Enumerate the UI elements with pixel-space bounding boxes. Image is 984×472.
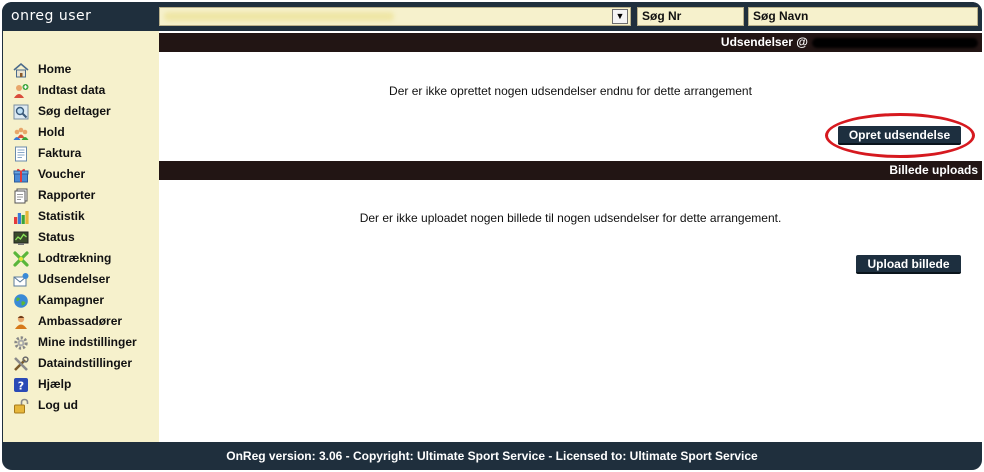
gear-icon	[13, 335, 29, 351]
sidebar-item-kampagner[interactable]: Kampagner	[3, 290, 159, 311]
sidebar-item-lodtraekning[interactable]: Lodtrækning	[3, 248, 159, 269]
sidebar-item-home[interactable]: Home	[3, 59, 159, 80]
search-navn-input[interactable]: Søg Navn	[748, 7, 978, 26]
sidebar-item-label: Lodtrækning	[38, 251, 112, 265]
sidebar-nav: Home Indtast data Søg deltager Hold Fakt…	[3, 59, 159, 416]
sidebar-item-dataindstillinger[interactable]: Dataindstillinger	[3, 353, 159, 374]
main-content: Udsendelser @ Der er ikke oprettet nogen…	[159, 31, 982, 442]
sidebar-item-label: Ambassadører	[38, 314, 123, 328]
billede-uploads-title: Billede uploads	[889, 163, 978, 177]
search-nr-input[interactable]: Søg Nr	[637, 7, 744, 26]
sidebar-item-voucher[interactable]: Voucher	[3, 164, 159, 185]
sidebar-item-rapporter[interactable]: Rapporter	[3, 185, 159, 206]
sidebar-item-label: Rapporter	[38, 188, 96, 202]
sidebar-item-mine-indstillinger[interactable]: Mine indstillinger	[3, 332, 159, 353]
sidebar-item-label: Log ud	[38, 398, 78, 412]
ambassador-icon	[13, 314, 29, 330]
sidebar-item-hjaelp[interactable]: ? Hjælp	[3, 374, 159, 395]
mail-icon	[13, 272, 29, 288]
top-bar: onreg user ▼ Søg Nr Søg Navn	[2, 2, 982, 31]
sidebar-item-label: Kampagner	[38, 293, 105, 307]
chevron-down-icon[interactable]: ▼	[612, 9, 628, 24]
udsendelser-header: Udsendelser @	[159, 33, 982, 52]
footer: OnReg version: 3.06 - Copyright: Ultimat…	[226, 449, 758, 463]
event-select[interactable]: ▼	[159, 7, 631, 26]
help-icon: ?	[13, 377, 29, 393]
sidebar-item-faktura[interactable]: Faktura	[3, 143, 159, 164]
svg-text:?: ?	[18, 380, 24, 393]
sidebar-item-label: Hjælp	[38, 377, 72, 391]
highlight-annotation	[825, 113, 975, 158]
home-icon	[13, 62, 29, 78]
tools-icon	[13, 356, 29, 372]
gift-icon	[13, 167, 29, 183]
invoice-icon	[13, 146, 29, 162]
sidebar-item-label: Mine indstillinger	[38, 335, 137, 349]
add-user-icon	[13, 83, 29, 99]
globe-icon	[13, 293, 29, 309]
sidebar-item-status[interactable]: Status	[3, 227, 159, 248]
billede-empty-message: Der er ikke uploadet nogen billede til n…	[359, 211, 782, 225]
app-frame: onreg user ▼ Søg Nr Søg Navn Home Indtas…	[2, 2, 982, 470]
sidebar-item-udsendelser[interactable]: Udsendelser	[3, 269, 159, 290]
sidebar-item-label: Faktura	[38, 146, 82, 160]
udsendelser-title: Udsendelser @	[720, 35, 808, 49]
bar-chart-icon	[13, 209, 29, 225]
redacted-event-label	[812, 37, 978, 48]
sidebar-item-ambassadorer[interactable]: Ambassadører	[3, 311, 159, 332]
sidebar-item-log-ud[interactable]: Log ud	[3, 395, 159, 416]
billede-uploads-header: Billede uploads	[159, 161, 982, 180]
report-icon	[13, 188, 29, 204]
sidebar-item-label: Dataindstillinger	[38, 356, 133, 370]
sidebar-item-label: Udsendelser	[38, 272, 111, 286]
app-title: onreg user	[11, 8, 92, 24]
sidebar-item-label: Home	[38, 62, 72, 76]
sidebar-item-label: Voucher	[38, 167, 86, 181]
sidebar-item-label: Hold	[38, 125, 65, 139]
search-icon	[13, 104, 29, 120]
sidebar-item-sog-deltager[interactable]: Søg deltager	[3, 101, 159, 122]
sidebar-item-label: Søg deltager	[38, 104, 111, 118]
lock-icon	[13, 398, 29, 414]
sidebar-item-label: Status	[38, 230, 75, 244]
lottery-icon	[13, 251, 29, 267]
redacted-event-name	[164, 12, 394, 21]
sidebar: Home Indtast data Søg deltager Hold Fakt…	[3, 31, 159, 442]
udsendelser-empty-message: Der er ikke oprettet nogen udsendelser e…	[389, 84, 752, 98]
sidebar-item-label: Indtast data	[38, 83, 106, 97]
status-icon	[13, 230, 29, 246]
upload-billede-button[interactable]: Upload billede	[856, 255, 961, 274]
sidebar-item-indtast-data[interactable]: Indtast data	[3, 80, 159, 101]
sidebar-item-statistik[interactable]: Statistik	[3, 206, 159, 227]
sidebar-item-hold[interactable]: Hold	[3, 122, 159, 143]
team-icon	[13, 125, 29, 141]
sidebar-item-label: Statistik	[38, 209, 85, 223]
